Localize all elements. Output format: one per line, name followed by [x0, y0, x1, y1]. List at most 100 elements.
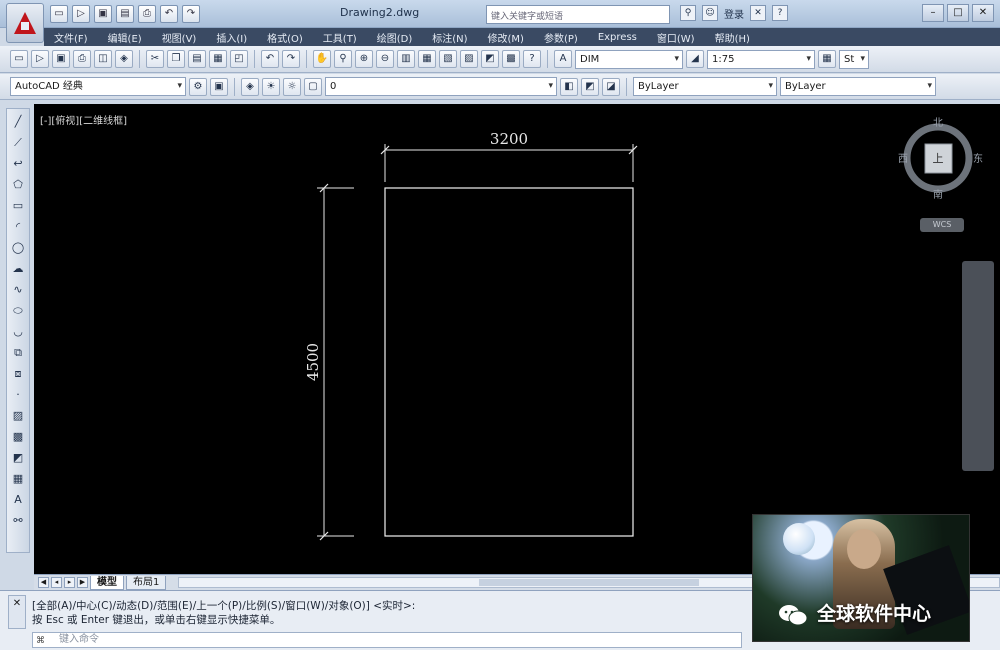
layer-lock-icon[interactable]: ▢ [304, 77, 322, 96]
layer-freeze-icon[interactable]: ☼ [283, 77, 301, 96]
undo-tool-icon[interactable]: ↶ [261, 50, 279, 68]
ellipse-icon[interactable]: ⬭ [9, 302, 27, 320]
compass-north[interactable]: 北 [933, 117, 943, 129]
linetype-select[interactable]: ByLayer [780, 77, 936, 96]
tab-layout1[interactable]: 布局1 [126, 575, 167, 590]
tool-palettes-icon[interactable]: ▧ [439, 50, 457, 68]
save-icon[interactable]: ▣ [94, 5, 112, 23]
make-current-icon[interactable]: ◧ [560, 77, 578, 96]
navigation-bar[interactable] [962, 261, 994, 471]
polyline-icon[interactable]: ↩ [9, 155, 27, 173]
layer-select[interactable]: 0 [325, 77, 557, 96]
view-cube[interactable]: 上 北 南 东 西 [898, 117, 983, 201]
properties-icon[interactable]: ▥ [397, 50, 415, 68]
help-icon[interactable]: ? [772, 5, 788, 21]
menu-file[interactable]: 文件(F) [44, 30, 98, 45]
ellipse-arc-icon[interactable]: ◡ [9, 323, 27, 341]
markup-icon[interactable]: ◩ [481, 50, 499, 68]
preview-icon[interactable]: ◫ [94, 50, 112, 68]
minimize-icon[interactable]: – [922, 4, 944, 22]
menu-dimension[interactable]: 标注(N) [422, 30, 477, 45]
tab-model[interactable]: 模型 [90, 575, 124, 590]
table-style-icon[interactable]: ▦ [818, 50, 836, 68]
search-input[interactable]: 键入关键字或短语 [486, 5, 670, 24]
workspace-save-icon[interactable]: ▣ [210, 77, 228, 96]
construction-line-icon[interactable]: ⟋ [9, 134, 27, 152]
line-icon[interactable]: ╱ [9, 113, 27, 131]
open-file-icon[interactable]: ▷ [31, 50, 49, 68]
revision-cloud-icon[interactable]: ☁ [9, 260, 27, 278]
make-block-icon[interactable]: ⧈ [9, 365, 27, 383]
layer-states-icon[interactable]: ◪ [602, 77, 620, 96]
new-icon[interactable]: ▭ [50, 5, 68, 23]
paste-icon[interactable]: ▤ [188, 50, 206, 68]
layer-manager-icon[interactable]: ◈ [241, 77, 259, 96]
qnew-icon[interactable]: ▭ [10, 50, 28, 68]
dimension-style-icon[interactable]: ◢ [686, 50, 704, 68]
drawn-rectangle[interactable] [384, 187, 634, 537]
save-file-icon[interactable]: ▣ [52, 50, 70, 68]
menu-help[interactable]: 帮助(H) [705, 30, 760, 45]
menu-parametric[interactable]: 参数(P) [534, 30, 588, 45]
calculator-icon[interactable]: ▩ [502, 50, 520, 68]
add-selected-icon[interactable]: ⚯ [9, 512, 27, 530]
login-link[interactable]: 登录 [724, 6, 744, 21]
layer-on-icon[interactable]: ☀ [262, 77, 280, 96]
command-close-icon[interactable]: ✕ [8, 595, 26, 629]
arc-icon[interactable]: ◜ [9, 218, 27, 236]
menu-window[interactable]: 窗口(W) [647, 30, 705, 45]
workspace-select[interactable]: AutoCAD 经典 [10, 77, 186, 96]
table-icon[interactable]: ▦ [9, 470, 27, 488]
gradient-icon[interactable]: ▩ [9, 428, 27, 446]
user-icon[interactable]: ☺ [702, 5, 718, 21]
zoom-previous-icon[interactable]: ⊖ [376, 50, 394, 68]
polygon-icon[interactable]: ⬠ [9, 176, 27, 194]
menu-modify[interactable]: 修改(M) [478, 30, 534, 45]
menu-insert[interactable]: 插入(I) [206, 30, 257, 45]
horizontal-dimension[interactable]: 3200 [380, 130, 638, 182]
copy-icon[interactable]: ❐ [167, 50, 185, 68]
prev-tab-icon[interactable]: ◂ [51, 577, 62, 588]
dim-style-select[interactable]: DIM [575, 49, 683, 69]
undo-icon[interactable]: ↶ [160, 5, 178, 23]
menu-draw[interactable]: 绘图(D) [367, 30, 423, 45]
cut-icon[interactable]: ✂ [146, 50, 164, 68]
region-icon[interactable]: ◩ [9, 449, 27, 467]
close-icon[interactable]: ✕ [972, 4, 994, 22]
spline-icon[interactable]: ∿ [9, 281, 27, 299]
layer-previous-icon[interactable]: ◩ [581, 77, 599, 96]
design-center-icon[interactable]: ▦ [418, 50, 436, 68]
zoom-realtime-icon[interactable]: ⚲ [334, 50, 352, 68]
sheet-set-icon[interactable]: ▨ [460, 50, 478, 68]
compass-west[interactable]: 西 [898, 154, 908, 165]
menu-edit[interactable]: 编辑(E) [98, 30, 152, 45]
color-select[interactable]: ByLayer [633, 77, 777, 96]
circle-icon[interactable]: ◯ [9, 239, 27, 257]
exchange-icon[interactable]: ✕ [750, 5, 766, 21]
redo-icon[interactable]: ↷ [182, 5, 200, 23]
view-cube-top-face[interactable]: 上 [933, 152, 944, 165]
menu-view[interactable]: 视图(V) [152, 30, 207, 45]
first-tab-icon[interactable]: ◀ [38, 577, 49, 588]
drawing-canvas[interactable]: [-][俯视][二维线框] 3200 4500 上 北 南 东 西 WCS [34, 104, 1000, 574]
annotation-scale-select[interactable]: 1:75 [707, 49, 815, 69]
menu-tools[interactable]: 工具(T) [313, 30, 367, 45]
match-properties-icon[interactable]: ▦ [209, 50, 227, 68]
zoom-window-icon[interactable]: ⊕ [355, 50, 373, 68]
pan-icon[interactable]: ✋ [313, 50, 331, 68]
command-input[interactable]: ⌘ 键入命令 [32, 632, 742, 648]
wcs-menu[interactable]: WCS [920, 218, 964, 232]
print-icon[interactable]: ⎙ [138, 5, 156, 23]
block-editor-icon[interactable]: ◰ [230, 50, 248, 68]
saveas-icon[interactable]: ▤ [116, 5, 134, 23]
insert-block-icon[interactable]: ⧉ [9, 344, 27, 362]
plot-icon[interactable]: ⎙ [73, 50, 91, 68]
publish-icon[interactable]: ◈ [115, 50, 133, 68]
vertical-dimension[interactable]: 4500 [304, 183, 354, 541]
text-style-icon[interactable]: A [554, 50, 572, 68]
menu-express[interactable]: Express [588, 32, 647, 43]
binoculars-icon[interactable]: ⚲ [680, 5, 696, 21]
compass-east[interactable]: 东 [973, 152, 983, 165]
maximize-icon[interactable]: □ [947, 4, 969, 22]
help-tool-icon[interactable]: ? [523, 50, 541, 68]
